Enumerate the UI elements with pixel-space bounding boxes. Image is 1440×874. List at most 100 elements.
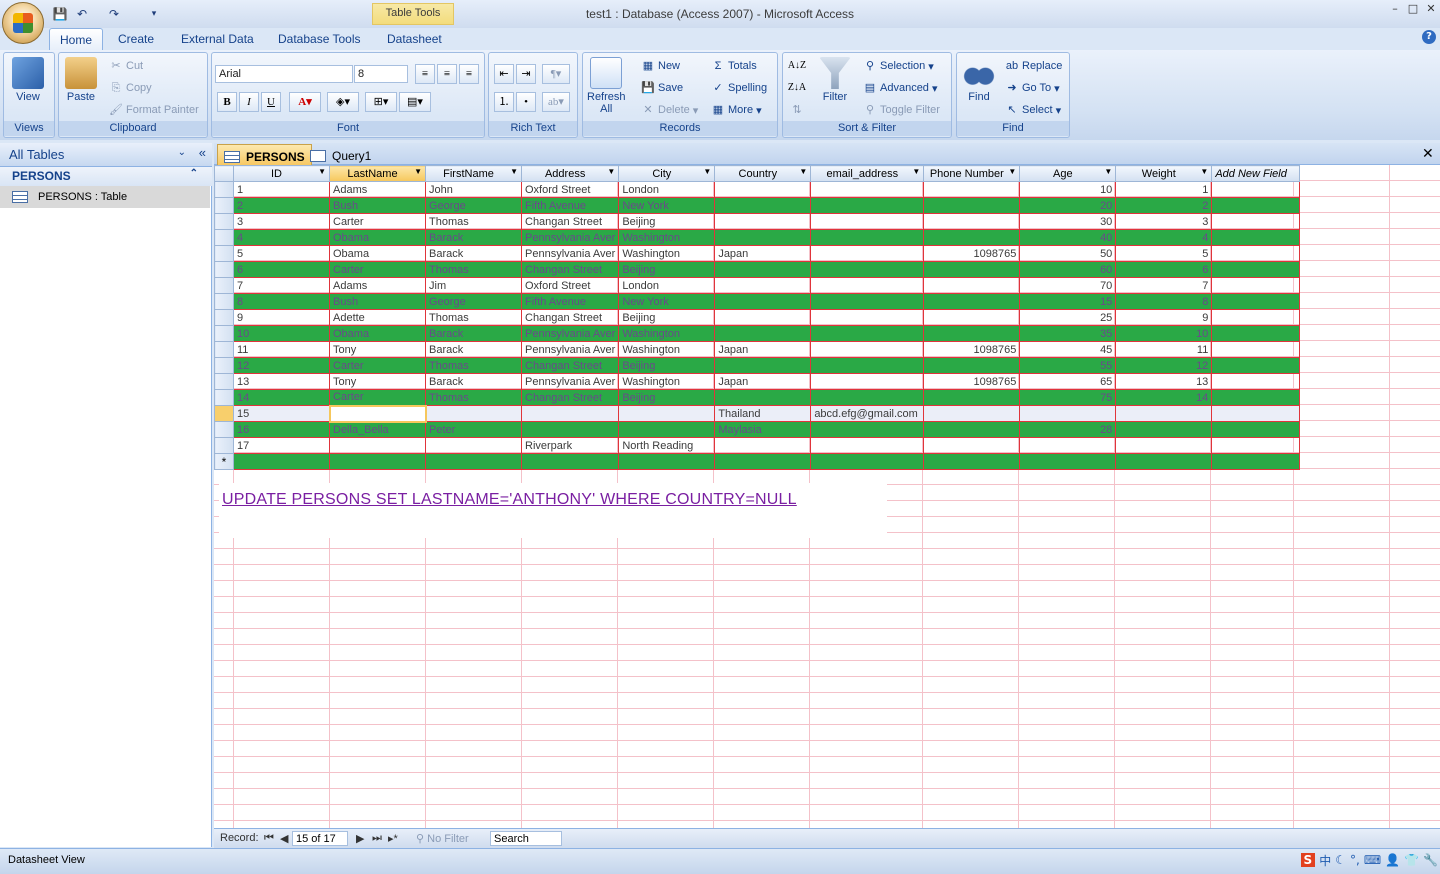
table-cell[interactable]: 3 [1115, 213, 1213, 230]
table-cell[interactable]: Washington [618, 373, 716, 390]
column-header-weight[interactable]: Weight ▼ [1115, 165, 1213, 182]
table-cell[interactable] [923, 357, 1021, 374]
clear-sort-icon[interactable]: ⇅ [787, 101, 807, 121]
table-cell[interactable]: Changan Street [520, 389, 620, 406]
table-cell[interactable] [810, 293, 925, 310]
table-cell[interactable]: North Reading [618, 437, 716, 454]
table-cell[interactable]: Obama [329, 325, 426, 342]
table-cell[interactable] [1019, 437, 1117, 454]
table-cell[interactable]: New York [618, 197, 716, 214]
table-cell[interactable] [923, 325, 1021, 342]
bullets-icon[interactable]: • [516, 92, 536, 112]
table-cell[interactable]: 7 [1115, 277, 1213, 294]
align-right-icon[interactable]: ≡ [459, 64, 479, 84]
table-cell[interactable]: Adette [329, 309, 426, 326]
sort-descending-icon[interactable]: Z↓A [787, 79, 807, 99]
font-color-icon[interactable]: A▾ [289, 92, 321, 112]
table-cell[interactable]: 1098765 [923, 373, 1021, 390]
add-field-cell[interactable] [1211, 341, 1300, 358]
table-cell[interactable]: 65 [1019, 373, 1117, 390]
table-cell[interactable] [618, 421, 716, 438]
save-record-button[interactable]: 💾 Save [641, 81, 683, 95]
table-cell[interactable]: Fifth Avenue [520, 197, 620, 214]
table-cell[interactable]: Carter [329, 389, 426, 406]
table-cell[interactable] [425, 437, 522, 454]
column-header-age[interactable]: Age ▼ [1019, 165, 1117, 182]
table-cell[interactable]: 9 [1115, 309, 1213, 326]
find-button[interactable]: Find [963, 57, 995, 103]
table-cell[interactable]: Thailand [714, 405, 812, 422]
table-cell[interactable] [714, 357, 812, 374]
table-cell[interactable]: Oxford Street [520, 277, 620, 294]
table-cell[interactable] [810, 389, 925, 406]
doc-tab-query1[interactable]: Query1 [304, 144, 377, 165]
table-cell[interactable] [810, 197, 925, 214]
table-cell[interactable]: London [618, 277, 716, 294]
table-cell[interactable]: Riverpark [520, 437, 620, 454]
font-name-combo[interactable]: Arial [215, 65, 353, 83]
dropdown-arrow-icon[interactable]: ▼ [1104, 167, 1112, 176]
table-cell[interactable]: Thomas [425, 309, 522, 326]
table-cell[interactable] [714, 181, 812, 198]
table-cell[interactable] [1115, 421, 1213, 438]
table-cell[interactable]: Beijing [618, 261, 716, 278]
table-cell[interactable] [714, 437, 812, 454]
table-cell[interactable]: Jim [425, 277, 522, 294]
table-cell[interactable] [810, 277, 925, 294]
table-cell[interactable]: Japan [714, 373, 812, 390]
decrease-indent-icon[interactable]: ⇤ [494, 64, 514, 84]
table-cell[interactable] [923, 261, 1021, 278]
table-cell[interactable] [1019, 405, 1117, 422]
table-cell[interactable]: Adams [329, 277, 426, 294]
table-cell[interactable]: Della_Bella [329, 421, 426, 438]
table-cell[interactable]: Barack [425, 373, 522, 390]
paste-button[interactable]: Paste [65, 57, 97, 103]
row-selector[interactable] [214, 389, 234, 406]
table-cell[interactable] [714, 453, 812, 470]
help-icon[interactable]: ? [1422, 30, 1436, 44]
add-field-cell[interactable] [1211, 357, 1300, 374]
table-cell[interactable] [714, 229, 812, 246]
table-cell[interactable] [810, 261, 925, 278]
column-header-id[interactable]: ID ▼ [233, 165, 330, 182]
add-field-cell[interactable] [1211, 181, 1300, 198]
table-cell[interactable]: Obama [329, 229, 426, 246]
table-cell[interactable]: Tony [329, 341, 426, 358]
table-cell[interactable] [810, 453, 925, 470]
table-cell[interactable] [1019, 453, 1117, 470]
table-cell[interactable] [1211, 453, 1300, 470]
column-header-email-address[interactable]: email_address ▼ [810, 165, 925, 182]
shirt-icon[interactable]: 👕 [1404, 853, 1419, 867]
table-cell[interactable]: 15 [233, 405, 330, 422]
last-record-icon[interactable]: ⏭ [372, 832, 382, 845]
table-cell[interactable]: London [618, 181, 716, 198]
table-cell[interactable]: Bush [329, 197, 426, 214]
table-cell[interactable]: 9 [233, 309, 330, 326]
font-size-combo[interactable]: 8 [354, 65, 408, 83]
row-selector[interactable] [214, 213, 234, 230]
align-center-icon[interactable]: ≡ [437, 64, 457, 84]
add-field-cell[interactable] [1211, 293, 1300, 310]
table-cell[interactable]: 30 [1019, 213, 1117, 230]
table-cell[interactable]: 6 [233, 261, 330, 278]
maximize-button[interactable]: □ [1405, 2, 1421, 18]
table-cell[interactable] [425, 453, 522, 470]
table-cell[interactable]: Washington [618, 325, 716, 342]
table-cell[interactable]: 3 [233, 213, 330, 230]
table-cell[interactable]: 35 [1019, 325, 1117, 342]
dropdown-arrow-icon[interactable]: ▼ [912, 167, 920, 176]
table-cell[interactable] [923, 389, 1021, 406]
table-cell[interactable]: Japan [714, 341, 812, 358]
add-field-cell[interactable] [1211, 421, 1300, 438]
table-cell[interactable] [923, 181, 1021, 198]
delete-button[interactable]: ✕ Delete ▾ [641, 103, 698, 117]
add-field-cell[interactable] [1211, 277, 1300, 294]
keyboard-icon[interactable]: ⌨ [1364, 853, 1381, 867]
advanced-button[interactable]: ▤ Advanced ▾ [863, 81, 938, 95]
row-selector[interactable] [214, 437, 234, 454]
dropdown-arrow-icon[interactable]: ▼ [1200, 167, 1208, 176]
table-cell[interactable]: 1 [233, 181, 330, 198]
row-selector[interactable] [214, 181, 234, 198]
row-selector[interactable] [214, 341, 234, 358]
table-cell[interactable]: Thomas [425, 357, 522, 374]
